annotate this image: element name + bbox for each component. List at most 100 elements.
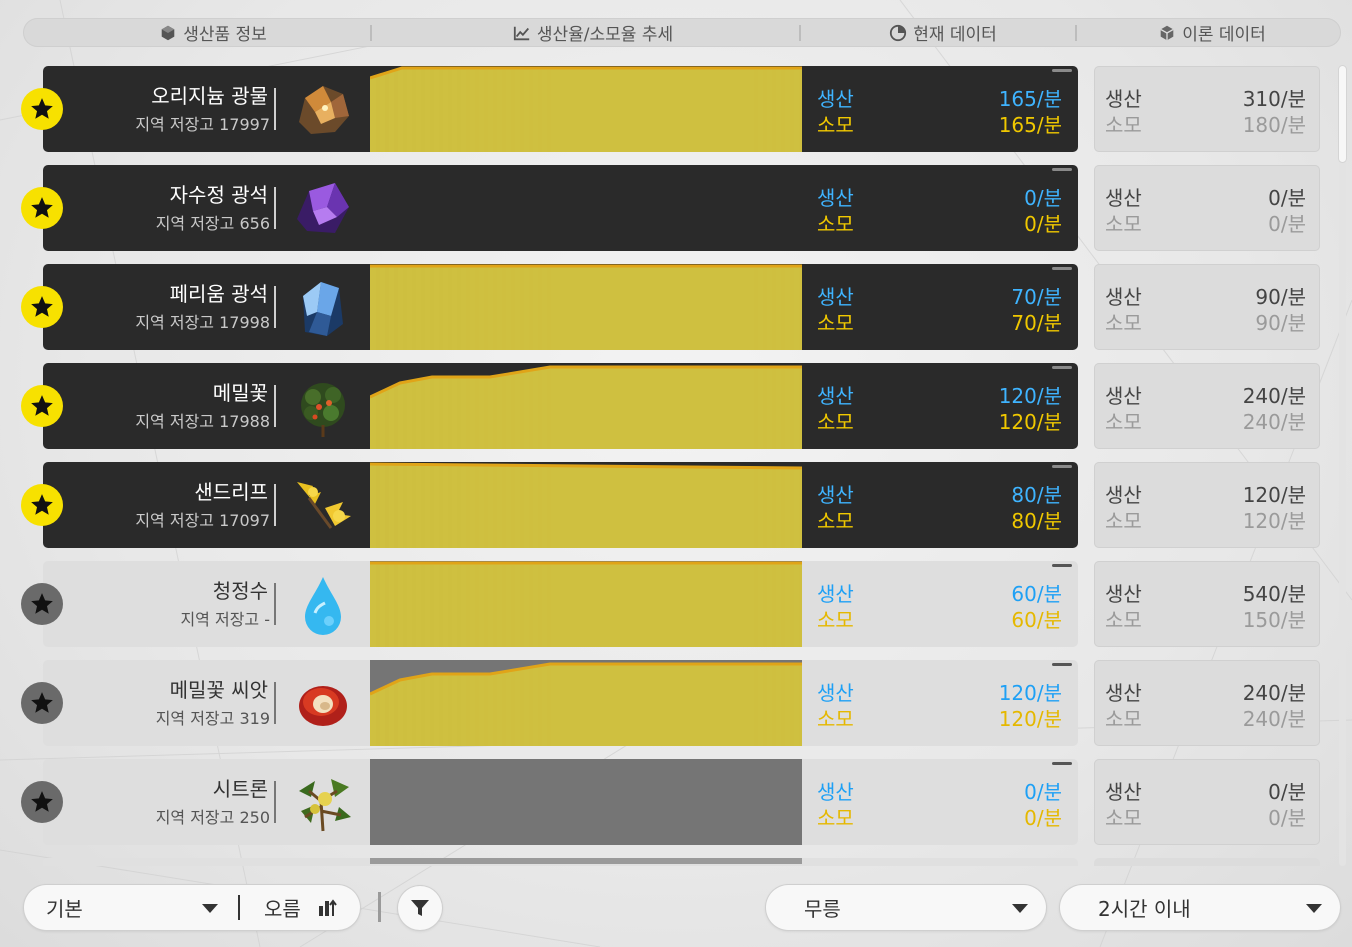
produce-label: 생산 bbox=[817, 87, 854, 111]
name-divider bbox=[274, 484, 276, 526]
header-current-data: 현재 데이터 bbox=[813, 18, 1073, 47]
cube-icon bbox=[161, 25, 175, 40]
consume-rate: 0/분 bbox=[1024, 212, 1062, 236]
theory-consume-label: 소모 bbox=[1105, 806, 1142, 830]
theory-produce-rate: 120/분 bbox=[1242, 483, 1306, 507]
filter-button[interactable] bbox=[398, 886, 442, 930]
product-name: 자수정 광석 bbox=[169, 183, 268, 207]
product-row[interactable]: 청정수 지역 저장고 - 생산 소모 60/분 60/분 생산 소모 540/분… bbox=[0, 561, 1352, 647]
produce-rate: 80/분 bbox=[1011, 483, 1062, 507]
star-icon bbox=[31, 791, 53, 812]
theory-data-card: 생산 소모 0/분 0/분 bbox=[1094, 165, 1320, 251]
product-card[interactable]: 시트론 지역 저장고 250 생산 소모 0/분 0/분 bbox=[43, 759, 1078, 845]
theory-produce-label: 생산 bbox=[1105, 186, 1142, 210]
theory-consume-label: 소모 bbox=[1105, 707, 1142, 731]
region-dropdown[interactable]: 무릉 bbox=[766, 885, 1046, 930]
produce-rate: 120/분 bbox=[998, 681, 1062, 705]
consume-rate: 60/분 bbox=[1011, 608, 1062, 632]
header-divider bbox=[1075, 25, 1077, 41]
favorite-star-button[interactable] bbox=[21, 385, 63, 427]
consume-label: 소모 bbox=[817, 212, 854, 236]
favorite-star-button[interactable] bbox=[21, 286, 63, 328]
theory-consume-label: 소모 bbox=[1105, 608, 1142, 632]
product-name: 샌드리프 bbox=[194, 480, 268, 504]
sort-order-button[interactable]: 오름 bbox=[244, 885, 360, 930]
header-theory-data: 이론 데이터 bbox=[1083, 18, 1341, 47]
minimize-icon bbox=[1052, 465, 1072, 468]
consume-rate: 120/분 bbox=[998, 410, 1062, 434]
consume-rate: 120/분 bbox=[998, 707, 1062, 731]
theory-produce-label: 생산 bbox=[1105, 483, 1142, 507]
product-stock: 지역 저장고 17988 bbox=[135, 412, 270, 431]
trend-chart bbox=[370, 264, 802, 350]
consume-label: 소모 bbox=[817, 806, 854, 830]
trend-chart bbox=[369, 66, 802, 152]
favorite-star-button[interactable] bbox=[21, 583, 63, 625]
time-range-dropdown[interactable]: 2시간 이내 bbox=[1060, 885, 1340, 930]
filter-icon bbox=[411, 900, 429, 916]
trend-chart bbox=[369, 462, 803, 548]
ferrium-ore-icon bbox=[291, 276, 355, 340]
product-card[interactable]: 샌드리프 지역 저장고 17097 생산 소모 80/분 80/분 bbox=[43, 462, 1078, 548]
theory-produce-label: 생산 bbox=[1105, 582, 1142, 606]
produce-label: 생산 bbox=[817, 186, 854, 210]
name-divider bbox=[274, 682, 276, 724]
theory-produce-label: 생산 bbox=[1105, 681, 1142, 705]
box-icon bbox=[1160, 25, 1174, 40]
theory-consume-label: 소모 bbox=[1105, 113, 1142, 137]
buckwheat-seed-icon bbox=[291, 672, 355, 736]
product-row[interactable]: 메밀꽃 지역 저장고 17988 생산 소모 120/분 120/분 생산 소모… bbox=[0, 363, 1352, 449]
header-product-info: 생산품 정보 bbox=[83, 18, 343, 47]
product-stock: 지역 저장고 656 bbox=[155, 214, 270, 233]
theory-data-card: 생산 소모 90/분 90/분 bbox=[1094, 264, 1320, 350]
minimize-icon bbox=[1052, 267, 1072, 270]
partial-next-row bbox=[0, 858, 1352, 866]
product-row[interactable]: 오리지늄 광물 지역 저장고 17997 생산 소모 165/분 165/분 생… bbox=[0, 66, 1352, 152]
produce-rate: 165/분 bbox=[998, 87, 1062, 111]
scrollbar-track[interactable] bbox=[1339, 66, 1346, 866]
star-icon bbox=[31, 692, 53, 713]
product-card[interactable]: 자수정 광석 지역 저장고 656 생산 소모 0/분 0/분 bbox=[43, 165, 1078, 251]
product-row[interactable]: 페리움 광석 지역 저장고 17998 생산 소모 70/분 70/분 생산 소… bbox=[0, 264, 1352, 350]
favorite-star-button[interactable] bbox=[21, 187, 63, 229]
product-card[interactable]: 오리지늄 광물 지역 저장고 17997 생산 소모 165/분 165/분 bbox=[43, 66, 1078, 152]
star-icon bbox=[31, 395, 53, 416]
chevron-down-icon bbox=[202, 904, 218, 913]
theory-consume-label: 소모 bbox=[1105, 212, 1142, 236]
theory-produce-rate: 0/분 bbox=[1268, 780, 1306, 804]
product-card[interactable]: 페리움 광석 지역 저장고 17998 생산 소모 70/분 70/분 bbox=[43, 264, 1078, 350]
product-row[interactable]: 샌드리프 지역 저장고 17097 생산 소모 80/분 80/분 생산 소모 … bbox=[0, 462, 1352, 548]
product-row[interactable]: 시트론 지역 저장고 250 생산 소모 0/분 0/분 생산 소모 0/분 0… bbox=[0, 759, 1352, 845]
theory-consume-rate: 90/분 bbox=[1255, 311, 1306, 335]
clean-water-icon bbox=[291, 573, 355, 637]
favorite-star-button[interactable] bbox=[21, 781, 63, 823]
minimize-icon bbox=[1052, 762, 1072, 765]
header-label: 현재 데이터 bbox=[913, 25, 997, 45]
scrollbar-thumb[interactable] bbox=[1339, 66, 1346, 162]
theory-consume-rate: 0/분 bbox=[1268, 806, 1306, 830]
theory-data-card: 생산 소모 310/분 180/분 bbox=[1094, 66, 1320, 152]
product-stock: 지역 저장고 - bbox=[180, 610, 270, 629]
product-name: 청정수 bbox=[212, 579, 268, 603]
buckwheat-flower-icon bbox=[291, 375, 355, 439]
theory-data-card: 생산 소모 240/분 240/분 bbox=[1094, 660, 1320, 746]
consume-label: 소모 bbox=[817, 113, 854, 137]
favorite-star-button[interactable] bbox=[21, 88, 63, 130]
product-card[interactable]: 메밀꽃 씨앗 지역 저장고 319 생산 소모 120/분 120/분 bbox=[43, 660, 1078, 746]
theory-consume-rate: 240/분 bbox=[1242, 707, 1306, 731]
product-stock: 지역 저장고 17998 bbox=[135, 313, 270, 332]
favorite-star-button[interactable] bbox=[21, 484, 63, 526]
product-row[interactable]: 자수정 광석 지역 저장고 656 생산 소모 0/분 0/분 생산 소모 0/… bbox=[0, 165, 1352, 251]
product-card[interactable]: 청정수 지역 저장고 - 생산 소모 60/분 60/분 bbox=[43, 561, 1078, 647]
product-row[interactable]: 메밀꽃 씨앗 지역 저장고 319 생산 소모 120/분 120/분 생산 소… bbox=[0, 660, 1352, 746]
favorite-star-button[interactable] bbox=[21, 682, 63, 724]
product-stock: 지역 저장고 250 bbox=[155, 808, 270, 827]
produce-rate: 0/분 bbox=[1024, 780, 1062, 804]
product-name: 오리지늄 광물 bbox=[151, 84, 268, 108]
theory-produce-label: 생산 bbox=[1105, 285, 1142, 309]
sort-ascending-icon bbox=[319, 899, 337, 916]
sort-dropdown[interactable]: 기본 bbox=[24, 885, 236, 930]
product-card[interactable]: 메밀꽃 지역 저장고 17988 생산 소모 120/분 120/분 bbox=[43, 363, 1078, 449]
time-range-dropdown-value: 2시간 이내 bbox=[1098, 897, 1191, 921]
consume-rate: 165/분 bbox=[998, 113, 1062, 137]
